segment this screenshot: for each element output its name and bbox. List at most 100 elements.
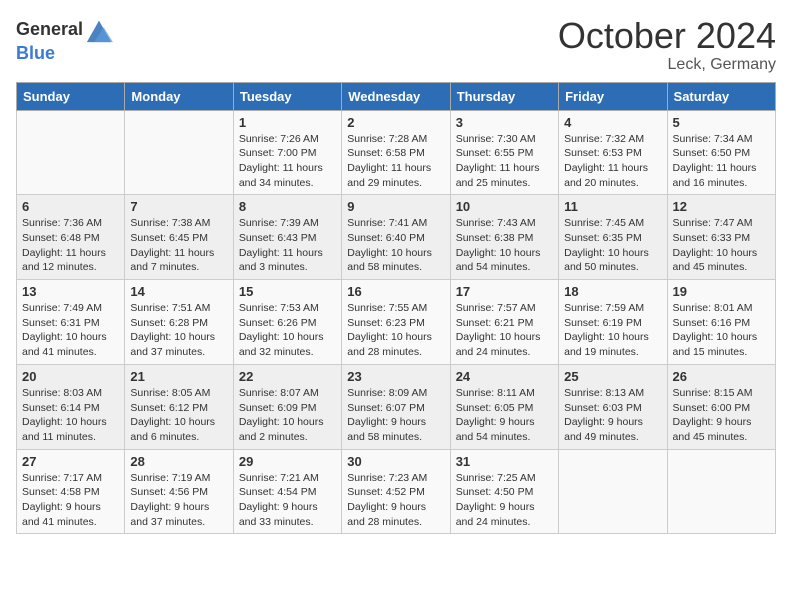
day-number: 31: [456, 454, 553, 469]
day-info: Sunrise: 7:51 AM Sunset: 6:28 PM Dayligh…: [130, 301, 227, 360]
calendar-day: 16 Sunrise: 7:55 AM Sunset: 6:23 PM Dayli…: [342, 280, 450, 365]
calendar-week-5: 27Sunrise: 7:17 AM Sunset: 4:58 PM Dayli…: [17, 449, 776, 534]
day-number: 18: [564, 284, 661, 299]
calendar-day: 19 Sunrise: 8:01 AM Sunset: 6:16 PM Dayli…: [667, 280, 775, 365]
calendar-header-row: SundayMondayTuesdayWednesdayThursdayFrid…: [17, 82, 776, 110]
calendar-day: 14 Sunrise: 7:51 AM Sunset: 6:28 PM Dayli…: [125, 280, 233, 365]
day-number: 16: [347, 284, 444, 299]
logo-text-blue: Blue: [16, 43, 55, 63]
logo-text-general: General: [16, 20, 83, 40]
day-info: Sunrise: 7:21 AM Sunset: 4:54 PM Dayligh…: [239, 471, 336, 530]
day-info: Sunrise: 8:11 AM Sunset: 6:05 PM Dayligh…: [456, 386, 553, 445]
location-title: Leck, Germany: [558, 56, 776, 74]
calendar-day: [17, 110, 125, 195]
header-tuesday: Tuesday: [233, 82, 341, 110]
day-info: Sunrise: 7:30 AM Sunset: 6:55 PM Dayligh…: [456, 132, 553, 191]
day-number: 15: [239, 284, 336, 299]
calendar-week-2: 6Sunrise: 7:36 AM Sunset: 6:48 PM Daylig…: [17, 195, 776, 280]
day-info: Sunrise: 7:38 AM Sunset: 6:45 PM Dayligh…: [130, 216, 227, 275]
day-number: 4: [564, 115, 661, 130]
header-friday: Friday: [559, 82, 667, 110]
day-info: Sunrise: 8:09 AM Sunset: 6:07 PM Dayligh…: [347, 386, 444, 445]
calendar-day: 26 Sunrise: 8:15 AM Sunset: 6:00 PM Dayli…: [667, 364, 775, 449]
calendar-day: 9 Sunrise: 7:41 AM Sunset: 6:40 PM Daylig…: [342, 195, 450, 280]
header-wednesday: Wednesday: [342, 82, 450, 110]
day-info: Sunrise: 7:41 AM Sunset: 6:40 PM Dayligh…: [347, 216, 444, 275]
day-info: Sunrise: 7:23 AM Sunset: 4:52 PM Dayligh…: [347, 471, 444, 530]
header-sunday: Sunday: [17, 82, 125, 110]
day-number: 10: [456, 199, 553, 214]
day-number: 24: [456, 369, 553, 384]
day-info: Sunrise: 7:49 AM Sunset: 6:31 PM Dayligh…: [22, 301, 119, 360]
day-info: Sunrise: 7:36 AM Sunset: 6:48 PM Dayligh…: [22, 216, 119, 275]
day-info: Sunrise: 7:39 AM Sunset: 6:43 PM Dayligh…: [239, 216, 336, 275]
calendar-day: 11 Sunrise: 7:45 AM Sunset: 6:35 PM Dayli…: [559, 195, 667, 280]
calendar-day: 8Sunrise: 7:39 AM Sunset: 6:43 PM Daylig…: [233, 195, 341, 280]
calendar-day: 22 Sunrise: 8:07 AM Sunset: 6:09 PM Dayli…: [233, 364, 341, 449]
day-number: 22: [239, 369, 336, 384]
calendar-day: [125, 110, 233, 195]
calendar-day: 29 Sunrise: 7:21 AM Sunset: 4:54 PM Dayli…: [233, 449, 341, 534]
day-info: Sunrise: 7:53 AM Sunset: 6:26 PM Dayligh…: [239, 301, 336, 360]
day-info: Sunrise: 7:59 AM Sunset: 6:19 PM Dayligh…: [564, 301, 661, 360]
calendar-day: 31 Sunrise: 7:25 AM Sunset: 4:50 PM Dayli…: [450, 449, 558, 534]
calendar-day: 13Sunrise: 7:49 AM Sunset: 6:31 PM Dayli…: [17, 280, 125, 365]
day-number: 26: [673, 369, 770, 384]
day-number: 29: [239, 454, 336, 469]
calendar-day: 24 Sunrise: 8:11 AM Sunset: 6:05 PM Dayli…: [450, 364, 558, 449]
day-number: 14: [130, 284, 227, 299]
day-info: Sunrise: 8:07 AM Sunset: 6:09 PM Dayligh…: [239, 386, 336, 445]
day-number: 30: [347, 454, 444, 469]
header-thursday: Thursday: [450, 82, 558, 110]
day-info: Sunrise: 8:13 AM Sunset: 6:03 PM Dayligh…: [564, 386, 661, 445]
calendar-day: [667, 449, 775, 534]
header-monday: Monday: [125, 82, 233, 110]
calendar-week-4: 20 Sunrise: 8:03 AM Sunset: 6:14 PM Dayli…: [17, 364, 776, 449]
day-info: Sunrise: 8:03 AM Sunset: 6:14 PM Dayligh…: [22, 386, 119, 445]
day-info: Sunrise: 7:25 AM Sunset: 4:50 PM Dayligh…: [456, 471, 553, 530]
day-info: Sunrise: 8:15 AM Sunset: 6:00 PM Dayligh…: [673, 386, 770, 445]
day-info: Sunrise: 7:17 AM Sunset: 4:58 PM Dayligh…: [22, 471, 119, 530]
logo-icon: [85, 16, 113, 44]
day-number: 11: [564, 199, 661, 214]
calendar-day: 12Sunrise: 7:47 AM Sunset: 6:33 PM Dayli…: [667, 195, 775, 280]
calendar-day: 10 Sunrise: 7:43 AM Sunset: 6:38 PM Dayli…: [450, 195, 558, 280]
day-number: 3: [456, 115, 553, 130]
day-info: Sunrise: 7:26 AM Sunset: 7:00 PM Dayligh…: [239, 132, 336, 191]
month-year-title: October 2024: [558, 16, 776, 56]
calendar-day: 17 Sunrise: 7:57 AM Sunset: 6:21 PM Dayli…: [450, 280, 558, 365]
calendar-day: 1Sunrise: 7:26 AM Sunset: 7:00 PM Daylig…: [233, 110, 341, 195]
day-number: 25: [564, 369, 661, 384]
calendar-week-1: 1Sunrise: 7:26 AM Sunset: 7:00 PM Daylig…: [17, 110, 776, 195]
day-info: Sunrise: 7:28 AM Sunset: 6:58 PM Dayligh…: [347, 132, 444, 191]
day-number: 21: [130, 369, 227, 384]
day-number: 17: [456, 284, 553, 299]
calendar-day: 21Sunrise: 8:05 AM Sunset: 6:12 PM Dayli…: [125, 364, 233, 449]
calendar-day: 27Sunrise: 7:17 AM Sunset: 4:58 PM Dayli…: [17, 449, 125, 534]
calendar-day: 3 Sunrise: 7:30 AM Sunset: 6:55 PM Daylig…: [450, 110, 558, 195]
day-info: Sunrise: 7:45 AM Sunset: 6:35 PM Dayligh…: [564, 216, 661, 275]
calendar-day: 2 Sunrise: 7:28 AM Sunset: 6:58 PM Daylig…: [342, 110, 450, 195]
day-number: 23: [347, 369, 444, 384]
calendar-day: 4 Sunrise: 7:32 AM Sunset: 6:53 PM Daylig…: [559, 110, 667, 195]
day-info: Sunrise: 7:55 AM Sunset: 6:23 PM Dayligh…: [347, 301, 444, 360]
page-header: General Blue October 2024 Leck, Germany: [16, 16, 776, 74]
calendar-day: 5Sunrise: 7:34 AM Sunset: 6:50 PM Daylig…: [667, 110, 775, 195]
calendar-week-3: 13Sunrise: 7:49 AM Sunset: 6:31 PM Dayli…: [17, 280, 776, 365]
calendar-table: SundayMondayTuesdayWednesdayThursdayFrid…: [16, 82, 776, 535]
day-info: Sunrise: 7:34 AM Sunset: 6:50 PM Dayligh…: [673, 132, 770, 191]
calendar-day: 15 Sunrise: 7:53 AM Sunset: 6:26 PM Dayli…: [233, 280, 341, 365]
calendar-day: 28Sunrise: 7:19 AM Sunset: 4:56 PM Dayli…: [125, 449, 233, 534]
calendar-day: [559, 449, 667, 534]
calendar-day: 6Sunrise: 7:36 AM Sunset: 6:48 PM Daylig…: [17, 195, 125, 280]
day-number: 20: [22, 369, 119, 384]
calendar-day: 7Sunrise: 7:38 AM Sunset: 6:45 PM Daylig…: [125, 195, 233, 280]
day-number: 19: [673, 284, 770, 299]
day-info: Sunrise: 8:01 AM Sunset: 6:16 PM Dayligh…: [673, 301, 770, 360]
day-info: Sunrise: 7:43 AM Sunset: 6:38 PM Dayligh…: [456, 216, 553, 275]
day-info: Sunrise: 7:32 AM Sunset: 6:53 PM Dayligh…: [564, 132, 661, 191]
day-number: 9: [347, 199, 444, 214]
day-number: 2: [347, 115, 444, 130]
calendar-day: 18 Sunrise: 7:59 AM Sunset: 6:19 PM Dayli…: [559, 280, 667, 365]
day-info: Sunrise: 7:57 AM Sunset: 6:21 PM Dayligh…: [456, 301, 553, 360]
